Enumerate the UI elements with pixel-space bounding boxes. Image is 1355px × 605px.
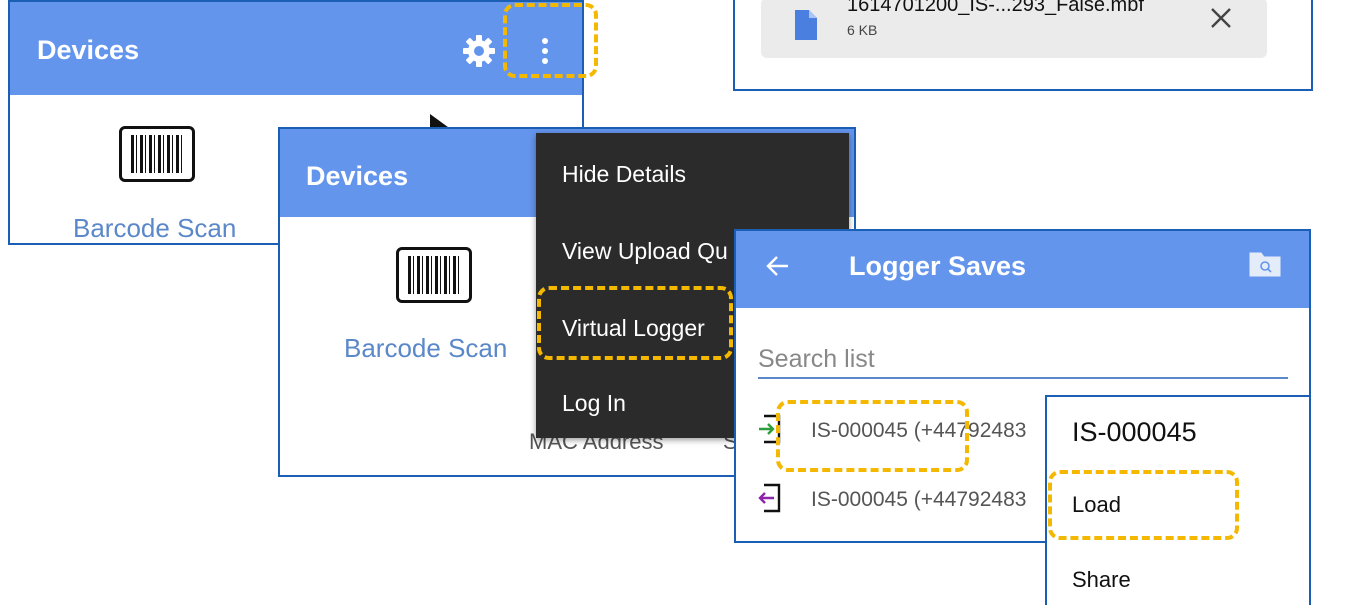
- page-title: Devices: [306, 161, 409, 191]
- list-item[interactable]: IS-000045 (+44792483: [811, 488, 1026, 512]
- menu-item-load[interactable]: Load: [1072, 492, 1121, 518]
- gear-icon[interactable]: [461, 33, 497, 69]
- barcode-scan-label[interactable]: Barcode Scan: [73, 213, 236, 243]
- download-file-size: 6 KB: [847, 22, 878, 38]
- import-icon[interactable]: [758, 414, 782, 444]
- more-vert-icon[interactable]: [540, 36, 550, 66]
- menu-item-virtual-logger[interactable]: Virtual Logger: [562, 315, 705, 342]
- page-title: Logger Saves: [849, 251, 1027, 281]
- list-item[interactable]: IS-000045 (+44792483: [811, 419, 1026, 443]
- download-file-name: 1614701200_IS-...293_False.mbf: [847, 0, 1144, 16]
- barcode-scan-label[interactable]: Barcode Scan: [344, 333, 507, 364]
- file-icon: [795, 10, 817, 40]
- menu-item-share[interactable]: Share: [1072, 567, 1131, 593]
- download-chip[interactable]: 1614701200_IS-...293_False.mbf 6 KB: [761, 0, 1267, 58]
- menu-item-log-in[interactable]: Log In: [562, 390, 626, 417]
- menu-item-hide-details[interactable]: Hide Details: [562, 161, 686, 188]
- context-menu-title: IS-000045: [1072, 417, 1197, 447]
- download-panel: 1614701200_IS-...293_False.mbf 6 KB: [733, 0, 1313, 91]
- folder-search-icon[interactable]: [1249, 249, 1281, 277]
- back-arrow-icon[interactable]: [766, 254, 790, 278]
- barcode-icon[interactable]: [119, 126, 195, 182]
- context-menu: IS-000045 Load Share: [1045, 395, 1311, 605]
- devices-appbar-1: Devices: [10, 2, 582, 95]
- barcode-icon[interactable]: [396, 247, 472, 303]
- export-icon[interactable]: [758, 483, 782, 513]
- menu-item-view-upload-queue[interactable]: View Upload Qu: [562, 238, 728, 265]
- logger-appbar: Logger Saves: [736, 231, 1309, 308]
- close-icon[interactable]: [1209, 6, 1233, 30]
- page-title: Devices: [37, 35, 140, 65]
- search-input[interactable]: Search list: [758, 345, 1288, 379]
